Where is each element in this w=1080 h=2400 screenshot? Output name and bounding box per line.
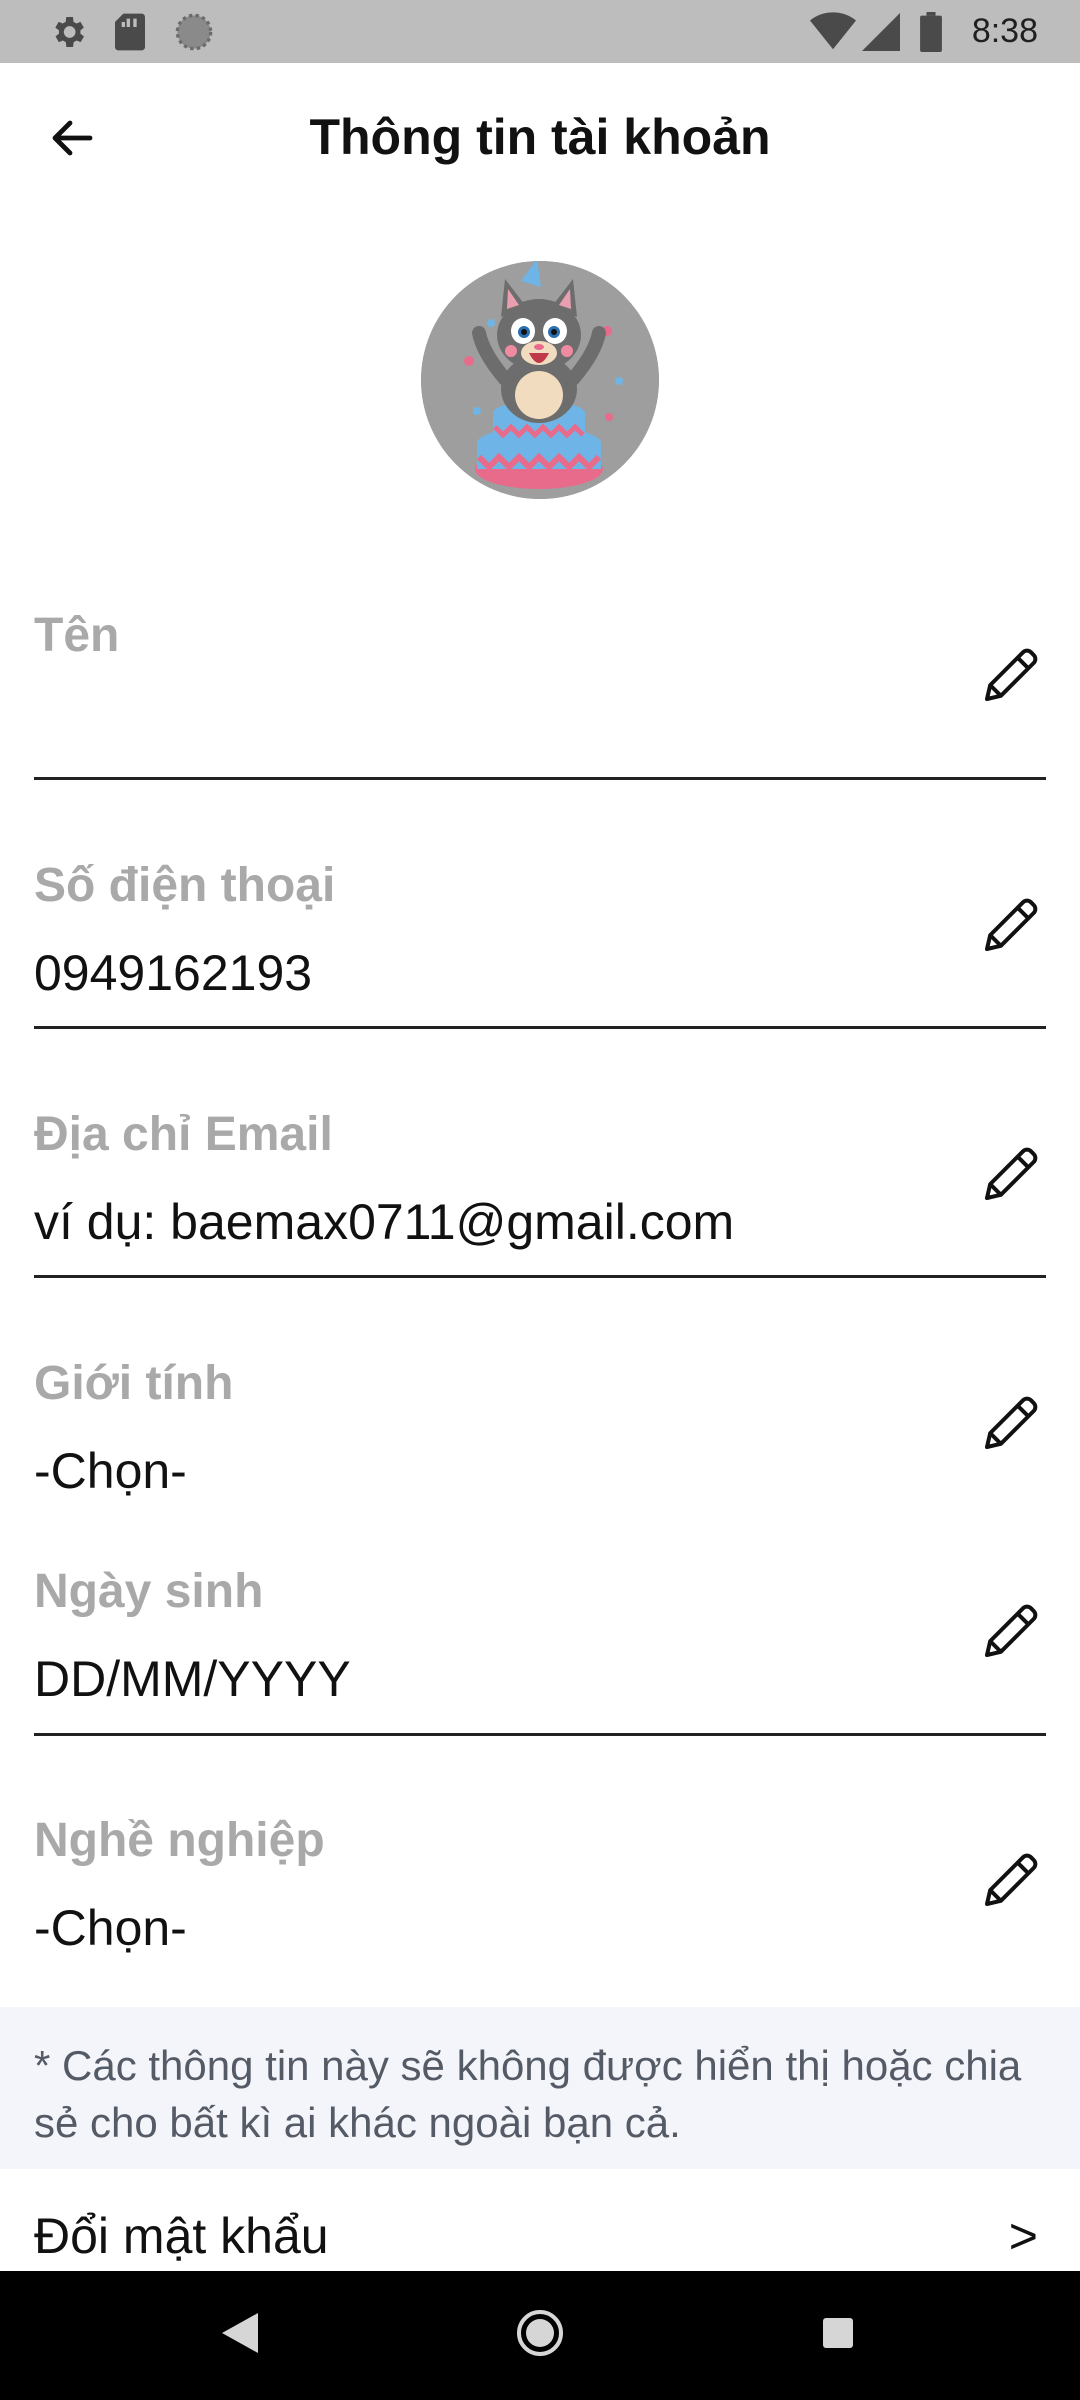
birthday-underline (34, 1733, 1046, 1736)
nav-back-button[interactable] (200, 2295, 280, 2375)
wifi-icon (810, 0, 856, 63)
nav-recents-button[interactable] (798, 2295, 878, 2375)
back-button[interactable] (30, 98, 114, 182)
cat-cake-illustration (421, 261, 659, 499)
triangle-back-icon (222, 2312, 258, 2358)
pencil-icon (979, 1391, 1043, 1460)
chevron-right-icon: > (1008, 2208, 1038, 2264)
nav-home-button[interactable] (500, 2295, 580, 2375)
name-field: Tên (34, 612, 1046, 782)
avatar[interactable] (421, 261, 659, 499)
edit-gender-button[interactable] (976, 1390, 1046, 1460)
name-label: Tên (34, 609, 120, 662)
birthday-field: Ngày sinh DD/MM/YYYY (34, 1568, 1046, 1738)
edit-job-button[interactable] (976, 1847, 1046, 1917)
email-underline (34, 1275, 1046, 1278)
square-recents-icon (821, 2316, 855, 2355)
edit-phone-button[interactable] (976, 892, 1046, 962)
pencil-icon (979, 1848, 1043, 1917)
name-underline (34, 777, 1046, 780)
pencil-icon (979, 893, 1043, 962)
birthday-label: Ngày sinh (34, 1565, 264, 1618)
gear-icon (48, 0, 88, 63)
phone-field: Số điện thoại 0949162193 (34, 862, 1046, 1032)
change-password-label: Đổi mật khẩu (34, 2208, 329, 2264)
arrow-left-icon (48, 114, 96, 167)
change-password-row[interactable]: Đổi mật khẩu > (0, 2169, 1080, 2271)
phone-label: Số điện thoại (34, 859, 336, 912)
email-placeholder[interactable]: ví dụ: baemax0711@gmail.com (34, 1197, 734, 1247)
gender-field: Giới tính -Chọn- (34, 1360, 1046, 1510)
home-circle-icon (515, 2308, 565, 2363)
pencil-icon (979, 1599, 1043, 1668)
loading-circle-icon (174, 0, 214, 63)
email-field: Địa chỉ Email ví dụ: baemax0711@gmail.co… (34, 1111, 1046, 1281)
system-nav-bar (0, 2271, 1080, 2400)
status-time: 8:38 (971, 12, 1038, 50)
sd-card-icon (112, 0, 148, 63)
gender-select[interactable]: -Chọn- (34, 1446, 187, 1496)
birthday-placeholder[interactable]: DD/MM/YYYY (34, 1654, 351, 1704)
pencil-icon (979, 1142, 1043, 1211)
privacy-note: * Các thông tin này sẽ không được hiển t… (0, 2007, 1080, 2169)
pencil-icon (979, 643, 1043, 712)
status-bar: 8:38 (0, 0, 1080, 63)
cell-signal-icon (862, 0, 900, 63)
phone-value[interactable]: 0949162193 (34, 948, 312, 998)
battery-icon (920, 0, 942, 63)
job-field: Nghề nghiệp -Chọn- (34, 1817, 1046, 1967)
job-select[interactable]: -Chọn- (34, 1903, 187, 1953)
edit-email-button[interactable] (976, 1141, 1046, 1211)
job-label: Nghề nghiệp (34, 1814, 325, 1867)
email-label: Địa chỉ Email (34, 1108, 333, 1161)
page-title: Thông tin tài khoản (309, 109, 771, 165)
app-bar: Thông tin tài khoản (0, 63, 1080, 211)
edit-name-button[interactable] (976, 642, 1046, 712)
phone-underline (34, 1026, 1046, 1029)
gender-label: Giới tính (34, 1357, 234, 1410)
edit-birthday-button[interactable] (976, 1598, 1046, 1668)
